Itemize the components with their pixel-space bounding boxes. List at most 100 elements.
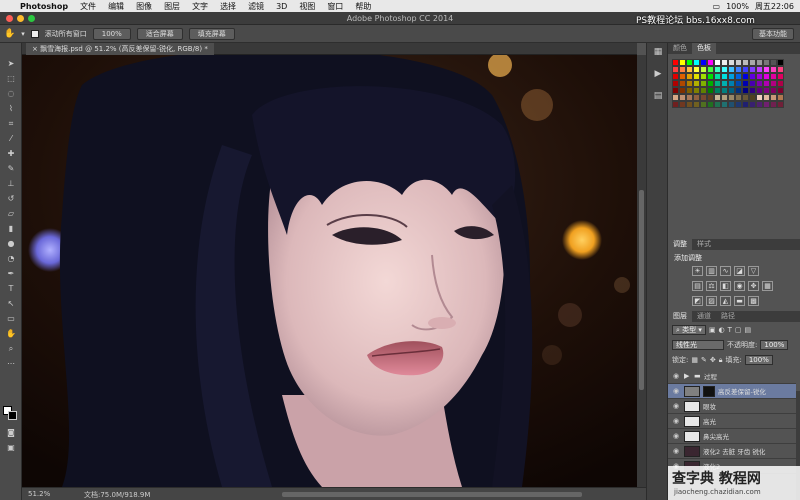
swatch-chip[interactable]: [700, 87, 707, 94]
swatch-chip[interactable]: [735, 94, 742, 101]
swatch-chip[interactable]: [707, 87, 714, 94]
visibility-eye-icon[interactable]: ◉: [668, 447, 684, 455]
lock-position-icon[interactable]: ✥: [710, 356, 716, 364]
swatch-chip[interactable]: [672, 94, 679, 101]
swatch-chip[interactable]: [763, 94, 770, 101]
zoom-level[interactable]: 51.2%: [28, 490, 50, 498]
swatch-chip[interactable]: [728, 73, 735, 80]
lock-all-icon[interactable]: 🔒︎: [719, 356, 723, 365]
swatch-chip[interactable]: [672, 87, 679, 94]
swatch-chip[interactable]: [770, 80, 777, 87]
document-size[interactable]: 文档:75.0M/918.9M: [84, 490, 150, 500]
canvas-horizontal-scrollbar[interactable]: [282, 492, 582, 497]
type-tool-icon[interactable]: T: [4, 284, 18, 294]
tab-adjustments[interactable]: 调整: [668, 239, 692, 250]
filter-type-icon[interactable]: T: [728, 326, 732, 334]
collapse-arrow-icon[interactable]: ▶: [684, 372, 694, 380]
swatch-chip[interactable]: [672, 66, 679, 73]
fill-input[interactable]: 100%: [744, 355, 773, 365]
swatch-chip[interactable]: [714, 80, 721, 87]
swatch-chip[interactable]: [756, 101, 763, 108]
history-panel-icon[interactable]: ▦: [652, 47, 664, 57]
swatch-chip[interactable]: [728, 59, 735, 66]
swatch-chip[interactable]: [770, 73, 777, 80]
swatch-chip[interactable]: [735, 66, 742, 73]
swatch-chip[interactable]: [770, 66, 777, 73]
swatch-chip[interactable]: [763, 87, 770, 94]
swatch-chip[interactable]: [714, 66, 721, 73]
swatch-chip[interactable]: [742, 87, 749, 94]
swatch-chip[interactable]: [721, 66, 728, 73]
swatch-chip[interactable]: [770, 87, 777, 94]
swatch-chip[interactable]: [714, 87, 721, 94]
menu-3d[interactable]: 3D: [276, 2, 287, 11]
swatch-chip[interactable]: [742, 94, 749, 101]
menu-type[interactable]: 文字: [192, 1, 208, 12]
quick-select-tool-icon[interactable]: ⌇: [4, 104, 18, 114]
eyedropper-tool-icon[interactable]: ⁄: [4, 134, 18, 144]
swatch-chip[interactable]: [679, 101, 686, 108]
swatch-chip[interactable]: [686, 87, 693, 94]
swatch-chip[interactable]: [672, 80, 679, 87]
opacity-input[interactable]: 100%: [760, 340, 789, 350]
swatch-chip[interactable]: [672, 101, 679, 108]
swatch-chip[interactable]: [770, 94, 777, 101]
swatch-chip[interactable]: [763, 73, 770, 80]
swatch-chip[interactable]: [728, 101, 735, 108]
swatch-chip[interactable]: [693, 101, 700, 108]
swatch-chip[interactable]: [742, 59, 749, 66]
visibility-eye-icon[interactable]: ◉: [668, 417, 684, 425]
selective-color-icon[interactable]: ▩: [748, 296, 759, 306]
tab-paths[interactable]: 路径: [716, 311, 740, 322]
swatch-chip[interactable]: [714, 73, 721, 80]
swatch-chip[interactable]: [756, 87, 763, 94]
hand-tool-panel-icon[interactable]: ✋: [4, 329, 18, 339]
swatch-chip[interactable]: [749, 59, 756, 66]
levels-icon[interactable]: ▥: [706, 266, 717, 276]
posterize-icon[interactable]: ▨: [706, 296, 717, 306]
swatch-chip[interactable]: [777, 80, 784, 87]
swatch-chip[interactable]: [770, 59, 777, 66]
swatch-chip[interactable]: [693, 94, 700, 101]
swatch-chip[interactable]: [756, 94, 763, 101]
swatch-chip[interactable]: [721, 80, 728, 87]
swatch-chip[interactable]: [735, 80, 742, 87]
scroll-all-windows-checkbox[interactable]: [30, 29, 39, 38]
swatch-chip[interactable]: [777, 59, 784, 66]
swatch-chip[interactable]: [693, 87, 700, 94]
swatch-chip[interactable]: [693, 59, 700, 66]
swatch-chip[interactable]: [714, 101, 721, 108]
properties-panel-icon[interactable]: ▤: [652, 91, 664, 101]
history-brush-tool-icon[interactable]: ↺: [4, 194, 18, 204]
lock-transparent-icon[interactable]: ▦: [691, 356, 698, 364]
quick-mask-icon[interactable]: ◙: [4, 428, 18, 438]
swatch-chip[interactable]: [763, 80, 770, 87]
menu-window[interactable]: 窗口: [327, 1, 343, 12]
filter-pixel-icon[interactable]: ▣: [709, 326, 716, 334]
swatch-chip[interactable]: [707, 59, 714, 66]
zoom-100-button[interactable]: 100%: [92, 27, 131, 40]
background-color-swatch[interactable]: [8, 411, 17, 420]
menu-view[interactable]: 视图: [299, 1, 315, 12]
healing-brush-tool-icon[interactable]: ✚: [4, 149, 18, 159]
workspace-select[interactable]: 基本功能: [752, 28, 794, 40]
brush-tool-icon[interactable]: ✎: [4, 164, 18, 174]
swatch-chip[interactable]: [777, 66, 784, 73]
swatch-chip[interactable]: [763, 59, 770, 66]
filter-smart-icon[interactable]: ▤: [745, 326, 752, 334]
layer-row[interactable]: ◉ 眼妆: [668, 399, 796, 414]
layer-row[interactable]: ◉ 鼻尖高光: [668, 429, 796, 444]
swatch-chip[interactable]: [707, 101, 714, 108]
swatch-chip[interactable]: [770, 101, 777, 108]
swatch-chip[interactable]: [756, 73, 763, 80]
marquee-tool-icon[interactable]: ⬚: [4, 74, 18, 84]
eraser-tool-icon[interactable]: ▱: [4, 209, 18, 219]
pen-tool-icon[interactable]: ✒: [4, 269, 18, 279]
swatch-chip[interactable]: [693, 73, 700, 80]
layer-row[interactable]: ◉ 高光: [668, 414, 796, 429]
swatch-chip[interactable]: [679, 73, 686, 80]
path-select-tool-icon[interactable]: ↖: [4, 299, 18, 309]
exposure-icon[interactable]: ◪: [734, 266, 745, 276]
canvas-vertical-scrollbar[interactable]: [637, 55, 646, 487]
menu-filter[interactable]: 滤镜: [248, 1, 264, 12]
